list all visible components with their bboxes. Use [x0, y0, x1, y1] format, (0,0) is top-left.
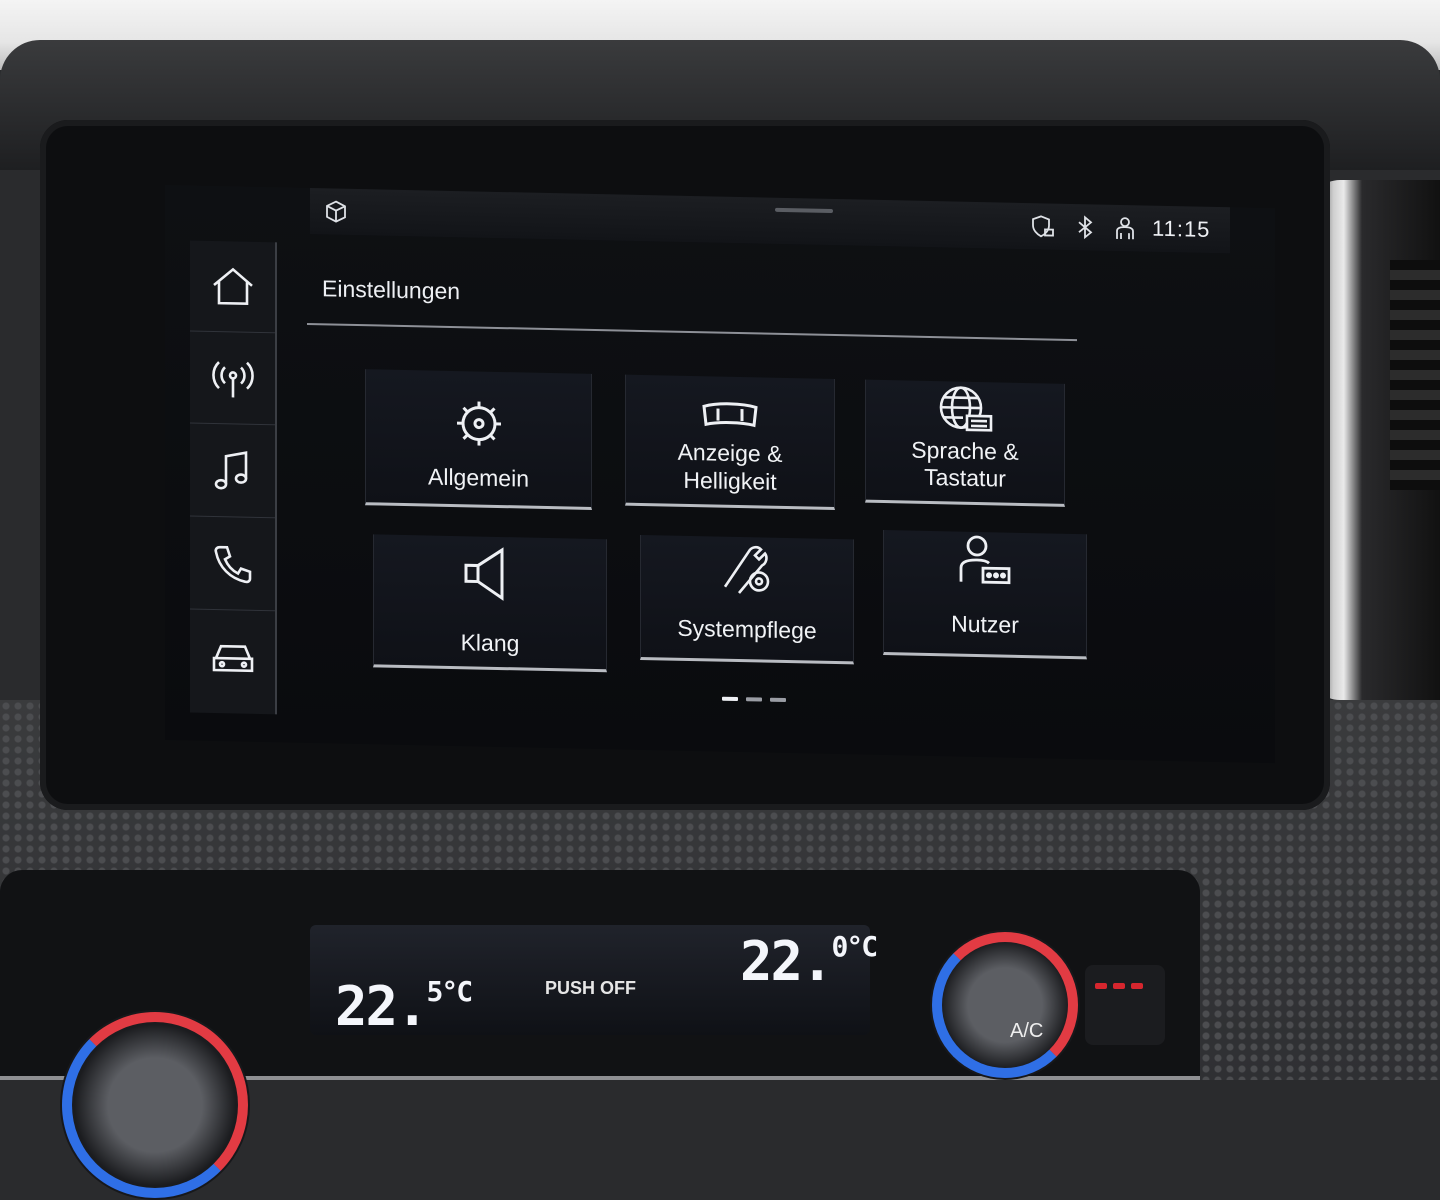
box-icon[interactable]	[323, 198, 349, 225]
tile-allgemein[interactable]: Allgemein	[365, 369, 592, 510]
sidebar-item-radio[interactable]	[190, 332, 275, 426]
ac-button[interactable]: A/C	[1010, 1020, 1043, 1043]
tile-klang[interactable]: Klang	[373, 534, 607, 673]
sidebar-item-media[interactable]	[190, 425, 275, 519]
tile-label: Systempflege	[677, 614, 817, 644]
page-indicator[interactable]	[722, 696, 786, 703]
page-dot	[746, 697, 762, 702]
tile-nutzer[interactable]: Nutzer	[883, 530, 1087, 660]
tile-label: Allgemein	[428, 463, 529, 492]
user-icon	[953, 532, 1017, 597]
tile-label-line1: Anzeige &	[677, 438, 783, 467]
tile-label: Klang	[460, 629, 520, 657]
fan-label[interactable]: PUSH OFF	[545, 978, 636, 999]
page-dot	[770, 697, 786, 703]
speaker-icon	[458, 541, 522, 606]
sidebar-item-phone[interactable]	[190, 518, 275, 612]
home-icon	[212, 267, 253, 306]
tile-label-line2: Helligkeit	[683, 466, 777, 495]
driver-profile-icon	[1112, 215, 1138, 242]
tile-label-line2: Tastatur	[924, 463, 1006, 492]
gear-icon	[447, 391, 511, 456]
air-vent-slats	[1390, 260, 1440, 490]
right-temperature-decimal: 0°C	[831, 930, 879, 963]
shield-lock-icon	[1030, 213, 1056, 240]
right-temperature-main: 22.	[740, 930, 834, 993]
sidebar-item-car[interactable]	[190, 612, 275, 704]
heat-level-dot	[1113, 983, 1125, 989]
drawer-handle[interactable]	[775, 207, 833, 213]
sidebar-item-home[interactable]	[190, 240, 275, 334]
tile-label: Nutzer	[951, 610, 1019, 638]
left-temperature-main: 22.	[335, 975, 429, 1038]
page-title: Einstellungen	[322, 275, 461, 305]
right-knob-ring	[932, 932, 1078, 1078]
left-knob-ring	[62, 1012, 248, 1198]
page-dot	[722, 696, 738, 702]
car-icon	[212, 644, 253, 673]
right-temperature[interactable]: 22.0°C	[740, 930, 879, 993]
title-divider	[307, 322, 1077, 342]
heat-level-dot	[1095, 983, 1107, 989]
music-note-icon	[214, 451, 247, 490]
seat-heat-button[interactable]	[1085, 965, 1165, 1045]
sidebar	[190, 240, 277, 715]
phone-icon	[213, 545, 251, 584]
radio-antenna-icon	[211, 361, 254, 398]
tile-anzeige-helligkeit[interactable]: Anzeige & Helligkeit	[625, 374, 835, 511]
left-temperature-decimal: 5°C	[426, 975, 474, 1008]
left-temperature[interactable]: 22.5°C	[335, 975, 474, 1038]
bluetooth-icon	[1072, 214, 1098, 241]
infotainment-screen: 11:15 Einstellungen Allgemein Anzeige & …	[165, 185, 1275, 764]
heat-level-dot	[1131, 983, 1143, 989]
wrench-gear-icon	[715, 537, 779, 602]
tile-systempflege[interactable]: Systempflege	[640, 534, 854, 665]
clock: 11:15	[1152, 215, 1211, 242]
tile-sprache-tastatur[interactable]: Sprache & Tastatur	[865, 379, 1065, 507]
